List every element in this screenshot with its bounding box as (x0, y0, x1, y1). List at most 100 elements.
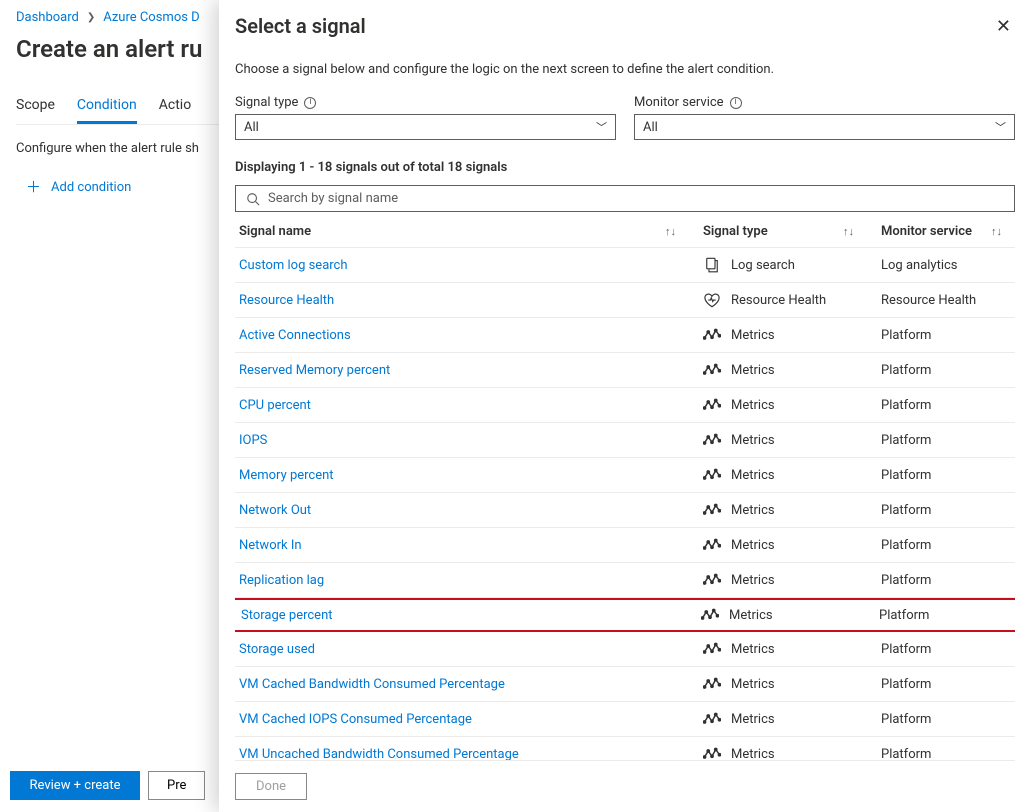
info-icon[interactable]: i (304, 97, 316, 109)
monitor-service-select[interactable]: All ﹀ (634, 114, 1015, 140)
signal-type: Metrics (731, 433, 775, 448)
signal-name-link[interactable]: VM Cached IOPS Consumed Percentage (239, 712, 655, 727)
sort-icon[interactable]: ↑↓ (991, 225, 1011, 238)
breadcrumb-cosmos[interactable]: Azure Cosmos D (103, 10, 199, 25)
review-create-button[interactable]: Review + create (10, 771, 140, 800)
table-row[interactable]: Storage percent Metrics Platform (235, 598, 1015, 632)
tab-scope[interactable]: Scope (16, 97, 55, 124)
table-row[interactable]: Network In Metrics Platform (235, 528, 1015, 563)
signal-name-link[interactable]: CPU percent (239, 398, 655, 413)
chevron-right-icon: ❯ (87, 12, 95, 23)
signal-type: Metrics (729, 608, 773, 623)
sort-icon[interactable]: ↑↓ (665, 225, 693, 238)
monitor-service: Platform (881, 573, 981, 588)
signal-name-link[interactable]: Replication lag (239, 573, 655, 588)
signal-name-link[interactable]: Memory percent (239, 468, 655, 483)
chevron-down-icon: ﹀ (995, 119, 1006, 135)
signal-type: Metrics (731, 328, 775, 343)
signal-name-link[interactable]: Network Out (239, 503, 655, 518)
signal-type: Metrics (731, 642, 775, 657)
monitor-service: Platform (881, 433, 981, 448)
signal-name-link[interactable]: IOPS (239, 433, 655, 448)
table-row[interactable]: Active Connections Metrics Platform (235, 318, 1015, 353)
table-row[interactable]: VM Cached IOPS Consumed Percentage Metric… (235, 702, 1015, 737)
plus-icon: ＋ (26, 180, 41, 195)
metric-icon (703, 396, 721, 414)
table-row[interactable]: CPU percentMetricsPlatform (235, 388, 1015, 423)
signal-type-select[interactable]: All ﹀ (235, 114, 616, 140)
monitor-service: Platform (881, 468, 981, 483)
previous-button[interactable]: Pre (148, 771, 205, 800)
heart-icon (703, 291, 721, 309)
signal-type: Metrics (731, 538, 775, 553)
monitor-service: Platform (881, 712, 981, 727)
monitor-service-label: Monitor service i (634, 95, 1015, 110)
metric-icon (703, 361, 721, 379)
table-row[interactable]: Storage used Metrics Platform (235, 632, 1015, 667)
signal-type: Metrics (731, 573, 775, 588)
signal-table[interactable]: Custom log searchLog searchLog analytics… (235, 248, 1015, 761)
chevron-down-icon: ﹀ (596, 119, 607, 135)
signal-type: Metrics (731, 503, 775, 518)
col-monitor-service[interactable]: Monitor service (881, 224, 981, 239)
monitor-service: Platform (881, 503, 981, 518)
monitor-service: Platform (881, 538, 981, 553)
signal-name-link[interactable]: Reserved Memory percent (239, 363, 655, 378)
signal-type: Metrics (731, 747, 775, 762)
signal-name-link[interactable]: Storage used (239, 642, 655, 657)
metric-icon (703, 431, 721, 449)
table-row[interactable]: VM Uncached Bandwidth Consumed Percentag… (235, 737, 1015, 761)
monitor-service: Platform (881, 677, 981, 692)
table-row[interactable]: Memory percentMetricsPlatform (235, 458, 1015, 493)
signal-type-label: Signal type i (235, 95, 616, 110)
tab-condition[interactable]: Condition (77, 97, 137, 124)
table-row[interactable]: Network Out Metrics Platform (235, 493, 1015, 528)
search-input-wrapper[interactable] (235, 185, 1015, 212)
log-search-icon (703, 256, 721, 274)
col-signal-name[interactable]: Signal name (239, 224, 655, 239)
done-button[interactable]: Done (235, 773, 307, 800)
metric-icon (703, 745, 721, 761)
info-icon[interactable]: i (730, 97, 742, 109)
metric-icon (703, 640, 721, 658)
signal-name-link[interactable]: Active Connections (239, 328, 655, 343)
signal-name-link[interactable]: Resource Health (239, 293, 655, 308)
tab-actions[interactable]: Actio (159, 97, 191, 124)
signal-type: Metrics (731, 712, 775, 727)
metric-icon (703, 571, 721, 589)
table-row[interactable]: Resource HealthResource HealthResource H… (235, 283, 1015, 318)
signal-type: Metrics (731, 398, 775, 413)
signal-name-link[interactable]: Custom log search (239, 258, 655, 273)
signal-type: Resource Health (731, 293, 826, 308)
table-row[interactable]: VM Cached Bandwidth Consumed PercentageM… (235, 667, 1015, 702)
signal-name-link[interactable]: VM Cached Bandwidth Consumed Percentage (239, 677, 655, 692)
table-row[interactable]: Reserved Memory percentMetricsPlatform (235, 353, 1015, 388)
monitor-service: Platform (881, 328, 981, 343)
search-icon (246, 192, 260, 206)
table-row[interactable]: IOPS Metrics Platform (235, 423, 1015, 458)
col-signal-type[interactable]: Signal type (703, 224, 833, 239)
table-row[interactable]: Custom log searchLog searchLog analytics (235, 248, 1015, 283)
select-signal-panel: Select a signal ✕ Choose a signal below … (219, 0, 1031, 812)
table-row[interactable]: Replication lag Metrics Platform (235, 563, 1015, 598)
add-condition-button[interactable]: ＋ Add condition (16, 180, 131, 195)
metric-icon (703, 710, 721, 728)
metric-icon (703, 675, 721, 693)
close-icon[interactable]: ✕ (992, 14, 1015, 40)
sort-icon[interactable]: ↑↓ (843, 225, 871, 238)
search-input[interactable] (268, 191, 1004, 206)
panel-title: Select a signal (235, 14, 366, 38)
signal-name-link[interactable]: Storage percent (241, 608, 653, 623)
table-header: Signal name ↑↓ Signal type ↑↓ Monitor se… (235, 212, 1015, 248)
add-condition-label: Add condition (51, 180, 131, 195)
breadcrumb-dashboard[interactable]: Dashboard (16, 10, 79, 25)
signal-name-link[interactable]: Network In (239, 538, 655, 553)
result-count: Displaying 1 - 18 signals out of total 1… (235, 160, 1015, 175)
monitor-service: Platform (879, 608, 979, 623)
panel-description: Choose a signal below and configure the … (235, 62, 1015, 77)
signal-name-link[interactable]: VM Uncached Bandwidth Consumed Percentag… (239, 747, 655, 762)
signal-type: Log search (731, 258, 795, 273)
monitor-service: Platform (881, 363, 981, 378)
monitor-service: Platform (881, 642, 981, 657)
metric-icon (701, 606, 719, 624)
